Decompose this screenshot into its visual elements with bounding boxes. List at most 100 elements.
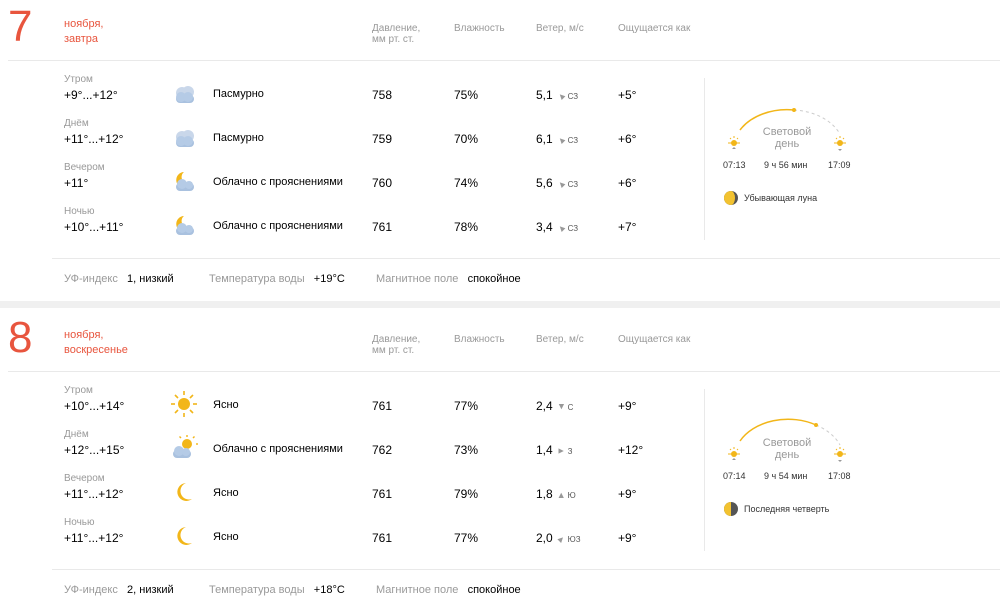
forecast-row: Вечером +11°...+12° Ясно 761 79% 1,8 ▲ Ю +… xyxy=(0,473,700,517)
month: ноября, xyxy=(64,18,104,30)
forecast-row: Днём +11°...+12° Пасмурно 759 70% 6,1 ▲СЗ… xyxy=(0,118,700,162)
wind-speed: 2,4 xyxy=(536,399,553,413)
feels-like: +7° xyxy=(618,220,637,234)
day-date-label: ноября, завтра xyxy=(64,17,103,47)
day-part: Утром xyxy=(64,74,93,85)
wind-direction-arrow-icon: ▲ xyxy=(554,532,568,546)
magnetic-field-value: спокойное xyxy=(467,584,521,596)
header-feels: Ощущается как xyxy=(618,334,691,345)
day-part: Днём xyxy=(64,118,89,129)
day-part: Утром xyxy=(64,385,93,396)
wind: 6,1 ▲СЗ xyxy=(536,132,579,147)
divider-vertical xyxy=(704,78,705,240)
water-temperature-label: Температура воды xyxy=(209,273,305,285)
daylight-label-line1: Световой xyxy=(762,126,812,138)
moon-phase-label: Убывающая луна xyxy=(744,193,818,203)
temperature: +11°...+12° xyxy=(64,487,124,501)
day-card: 7 ноября, завтра Давление, мм рт. ст. Вла… xyxy=(0,0,1000,300)
wind: 5,1 ▲СЗ xyxy=(536,88,579,103)
humidity: 74% xyxy=(454,176,479,190)
humidity: 73% xyxy=(454,443,479,457)
wind-speed: 1,4 xyxy=(536,443,553,457)
night-partly-cloudy-icon xyxy=(176,172,194,191)
magnetic-field-value: спокойное xyxy=(467,273,521,285)
wind-direction-arrow-icon: ▲ xyxy=(556,446,567,456)
wind-direction: СЗ xyxy=(567,92,579,101)
temperature: +10°...+14° xyxy=(64,399,125,413)
day-part: Днём xyxy=(64,429,89,440)
pressure: 761 xyxy=(372,220,393,234)
water-temperature: Температура воды +18°C xyxy=(209,584,345,596)
forecast-row: Ночью +11°...+12° Ясно 761 77% 2,0 ▲ЮЗ +9… xyxy=(0,517,700,561)
feels-like: +5° xyxy=(618,88,637,102)
pressure: 762 xyxy=(372,443,393,457)
day-separator xyxy=(0,301,1000,308)
wind-direction-arrow-icon: ▲ xyxy=(556,402,566,412)
condition: Облачно с прояснениями xyxy=(213,176,343,188)
day-part: Вечером xyxy=(64,162,105,173)
feels-like: +6° xyxy=(618,176,637,190)
condition: Ясно xyxy=(213,399,239,411)
pressure: 759 xyxy=(372,132,393,146)
magnetic-field-label: Магнитное поле xyxy=(376,273,459,285)
magnetic-field-label: Магнитное поле xyxy=(376,584,459,596)
wind: 1,4 ▲З xyxy=(536,443,572,457)
header-humidity: Влажность xyxy=(454,23,505,34)
humidity: 79% xyxy=(454,487,479,501)
header-pressure-line1: Давление, xyxy=(372,23,421,34)
feels-like: +12° xyxy=(618,443,644,457)
magnetic-field: Магнитное поле спокойное xyxy=(376,273,521,285)
weekday: завтра xyxy=(64,33,99,45)
daylight-label: Световой день xyxy=(750,437,824,461)
divider xyxy=(52,569,1000,570)
humidity: 77% xyxy=(454,531,479,545)
forecast-row: Утром +9°...+12° Пасмурно 758 75% 5,1 ▲СЗ… xyxy=(0,74,700,118)
header-pressure: Давление, мм рт. ст. xyxy=(372,334,420,356)
wind: 2,4 ▲ С xyxy=(536,399,573,413)
water-temperature-value: +18°C xyxy=(313,584,345,596)
day-part: Ночью xyxy=(64,517,95,528)
uv-index-value: 1, низкий xyxy=(127,273,174,285)
divider xyxy=(8,60,1000,61)
wind-direction: СЗ xyxy=(567,224,579,233)
daylight-label: Световой день xyxy=(750,126,824,150)
sunrise-time: 07:14 xyxy=(723,471,746,481)
condition: Облачно с прояснениями xyxy=(213,220,343,232)
wind: 5,6 ▲СЗ xyxy=(536,176,578,191)
weekday: воскресенье xyxy=(64,344,128,356)
temperature: +9°...+12° xyxy=(64,88,118,102)
condition: Ясно xyxy=(213,531,239,543)
pressure: 761 xyxy=(372,531,393,545)
header-feels: Ощущается как xyxy=(618,23,691,34)
humidity: 70% xyxy=(454,132,479,146)
uv-index: УФ-индекс 2, низкий xyxy=(64,584,174,596)
sunset-time: 17:09 xyxy=(828,160,851,170)
wind-speed: 5,6 xyxy=(536,176,553,190)
pressure: 761 xyxy=(372,487,393,501)
wind-speed: 3,4 xyxy=(536,220,553,234)
forecast-row: Днём +12°...+15° Облачно с прояснениями … xyxy=(0,429,700,473)
uv-index-value: 2, низкий xyxy=(127,584,174,596)
wind-direction-arrow-icon: ▲ xyxy=(556,490,566,500)
header-wind: Ветер, м/с xyxy=(536,334,584,345)
condition: Ясно xyxy=(213,487,239,499)
header-pressure-line1: Давление, xyxy=(372,334,421,345)
sun-icon xyxy=(171,391,197,417)
temperature: +11°...+12° xyxy=(64,132,124,146)
wind-speed: 5,1 xyxy=(536,88,553,102)
daylight-label-line2: день xyxy=(774,138,800,150)
wind-direction-arrow-icon: ▲ xyxy=(554,221,568,235)
night-partly-cloudy-icon xyxy=(176,216,194,235)
moon-phase-label: Последняя четверть xyxy=(744,504,830,514)
water-temperature-label: Температура воды xyxy=(209,584,305,596)
daylight-label-line1: Световой xyxy=(762,437,812,449)
wind-direction: С xyxy=(567,403,574,412)
day-date-label: ноября, воскресенье xyxy=(64,328,128,358)
last-quarter-moon-icon xyxy=(724,502,738,516)
wind-direction: СЗ xyxy=(567,136,579,145)
divider xyxy=(8,371,1000,372)
sunset-time: 17:08 xyxy=(828,471,851,481)
daylight-widget: Световой день 07:14 9 ч 54 мин 17:08 xyxy=(720,411,860,511)
header-pressure-line2: мм рт. ст. xyxy=(372,34,415,45)
wind-direction-arrow-icon: ▲ xyxy=(554,133,568,147)
